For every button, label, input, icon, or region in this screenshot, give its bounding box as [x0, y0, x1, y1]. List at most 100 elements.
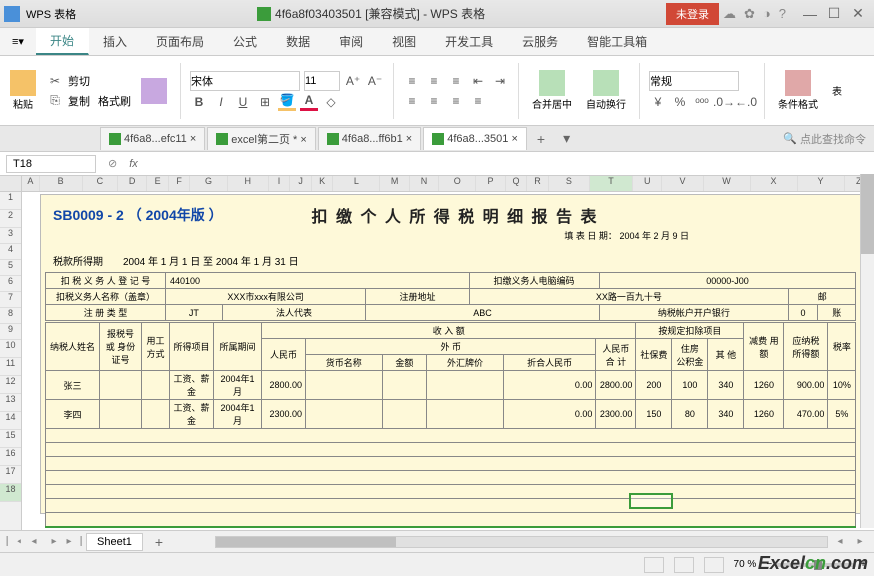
column-header-O[interactable]: O — [439, 176, 476, 191]
document-tab-2[interactable]: 4f6a8...ff6b1 × — [318, 127, 421, 150]
column-header-R[interactable]: R — [527, 176, 549, 191]
indent-decrease-icon[interactable]: ⇤ — [469, 72, 487, 90]
cell-reference-input[interactable] — [6, 155, 96, 173]
column-header-W[interactable]: W — [704, 176, 751, 191]
column-header-V[interactable]: V — [662, 176, 703, 191]
currency-icon[interactable]: ¥ — [649, 93, 667, 111]
sheet-tab-sheet1[interactable]: Sheet1 — [86, 533, 143, 551]
column-header-C[interactable]: C — [83, 176, 118, 191]
view-normal-icon[interactable] — [644, 557, 664, 573]
menu-tab-6[interactable]: 视图 — [378, 28, 431, 55]
list-document-tab[interactable]: ▾ — [555, 130, 578, 147]
row-header-5[interactable]: 5 — [0, 260, 21, 276]
vertical-scrollbar[interactable] — [860, 174, 874, 528]
number-format-select[interactable] — [649, 71, 739, 91]
column-header-L[interactable]: L — [333, 176, 380, 191]
document-tab-0[interactable]: 4f6a8...efc11 × — [100, 127, 205, 150]
skin-icon[interactable]: ◑ — [763, 6, 771, 21]
column-header-N[interactable]: N — [410, 176, 439, 191]
increase-font-icon[interactable]: A⁺ — [344, 72, 362, 90]
format-painter-label[interactable]: 格式刷 — [98, 93, 131, 109]
help-icon[interactable]: ? — [779, 6, 786, 21]
column-header-D[interactable]: D — [118, 176, 147, 191]
menu-tab-9[interactable]: 智能工具箱 — [573, 28, 662, 55]
percent-icon[interactable]: % — [671, 93, 689, 111]
login-button[interactable]: 未登录 — [666, 3, 719, 25]
zoom-level[interactable]: 70 % — [734, 559, 757, 570]
decrease-decimal-icon[interactable]: ←.0 — [737, 93, 755, 111]
column-header-Y[interactable]: Y — [798, 176, 845, 191]
row-header-4[interactable]: 4 — [0, 244, 21, 260]
row-header-18[interactable]: 18 — [0, 484, 21, 502]
conditional-format-button[interactable]: 条件格式 — [774, 68, 822, 113]
menu-tab-4[interactable]: 数据 — [272, 28, 325, 55]
row-header-6[interactable]: 6 — [0, 276, 21, 292]
font-size-select[interactable] — [304, 71, 340, 91]
table-format-button[interactable]: 表 — [828, 81, 846, 100]
paste-button[interactable]: 粘贴 — [6, 68, 40, 113]
menu-tab-5[interactable]: 审阅 — [325, 28, 378, 55]
menu-tab-2[interactable]: 页面布局 — [142, 28, 219, 55]
cut-label[interactable]: 剪切 — [68, 73, 90, 89]
hscroll-left[interactable]: ◂ — [832, 536, 848, 547]
row-header-10[interactable]: 10 — [0, 340, 21, 358]
column-header-X[interactable]: X — [751, 176, 798, 191]
column-header-A[interactable]: A — [22, 176, 40, 191]
cloud-icon[interactable]: ☁ — [723, 6, 736, 22]
align-right-icon[interactable]: ≡ — [447, 92, 465, 110]
align-center-icon[interactable]: ≡ — [425, 92, 443, 110]
menu-tab-8[interactable]: 云服务 — [508, 28, 573, 55]
copy-label[interactable]: 复制 — [68, 93, 90, 109]
menu-tab-7[interactable]: 开发工具 — [431, 28, 508, 55]
sheet-nav-first[interactable]: ⎸◂ — [6, 536, 22, 547]
row-header-16[interactable]: 16 — [0, 448, 21, 466]
decrease-font-icon[interactable]: A⁻ — [366, 72, 384, 90]
clear-format-button[interactable]: ◇ — [322, 93, 340, 111]
menu-tab-1[interactable]: 插入 — [89, 28, 142, 55]
align-top-icon[interactable]: ≡ — [403, 72, 421, 90]
row-header-11[interactable]: 11 — [0, 358, 21, 376]
formula-input[interactable] — [144, 156, 874, 172]
column-header-E[interactable]: E — [147, 176, 169, 191]
sheet-nav-next[interactable]: ▸ — [46, 536, 62, 547]
add-document-tab[interactable]: + — [529, 131, 553, 147]
find-command-hint[interactable]: 🔍 点此查找命令 — [783, 131, 866, 147]
table-row[interactable]: 李四工资、薪金2004年1月2300.000.002300.0015080340… — [46, 400, 856, 429]
column-header-K[interactable]: K — [312, 176, 334, 191]
column-header-H[interactable]: H — [228, 176, 269, 191]
font-name-select[interactable] — [190, 71, 300, 91]
formula-cancel-icon[interactable]: ⊘ — [102, 157, 123, 170]
align-bottom-icon[interactable]: ≡ — [447, 72, 465, 90]
row-header-7[interactable]: 7 — [0, 292, 21, 308]
column-header-T[interactable]: T — [590, 176, 633, 191]
wrap-text-button[interactable]: 自动换行 — [582, 68, 630, 113]
column-header-Q[interactable]: Q — [506, 176, 528, 191]
column-header-G[interactable]: G — [190, 176, 227, 191]
vertical-scroll-thumb[interactable] — [861, 174, 874, 254]
minimize-button[interactable]: — — [798, 4, 822, 24]
row-header-15[interactable]: 15 — [0, 430, 21, 448]
column-header-U[interactable]: U — [633, 176, 662, 191]
horizontal-scroll-thumb[interactable] — [216, 537, 396, 547]
settings-icon[interactable]: ✿ — [744, 6, 755, 22]
row-header-3[interactable]: 3 — [0, 228, 21, 244]
close-button[interactable]: ✕ — [846, 4, 870, 24]
align-middle-icon[interactable]: ≡ — [425, 72, 443, 90]
view-pagebreak-icon[interactable] — [704, 557, 724, 573]
add-sheet-button[interactable]: + — [147, 534, 171, 550]
document-tab-3[interactable]: 4f6a8...3501 × — [423, 127, 527, 150]
row-header-8[interactable]: 8 — [0, 308, 21, 324]
sheet-nav-prev[interactable]: ◂ — [26, 536, 42, 547]
bold-button[interactable]: B — [190, 93, 208, 111]
italic-button[interactable]: I — [212, 93, 230, 111]
increase-decimal-icon[interactable]: .0→ — [715, 93, 733, 111]
row-header-9[interactable]: 9 — [0, 324, 21, 340]
sheet-nav-last[interactable]: ▸⎹ — [66, 536, 82, 547]
column-header-F[interactable]: F — [169, 176, 191, 191]
column-header-S[interactable]: S — [549, 176, 590, 191]
menu-tab-0[interactable]: 开始 — [36, 28, 89, 55]
document-tab-1[interactable]: excel第二页 * × — [207, 127, 316, 150]
hscroll-right[interactable]: ▸ — [852, 536, 868, 547]
row-header-17[interactable]: 17 — [0, 466, 21, 484]
borders-button[interactable]: ⊞ — [256, 93, 274, 111]
